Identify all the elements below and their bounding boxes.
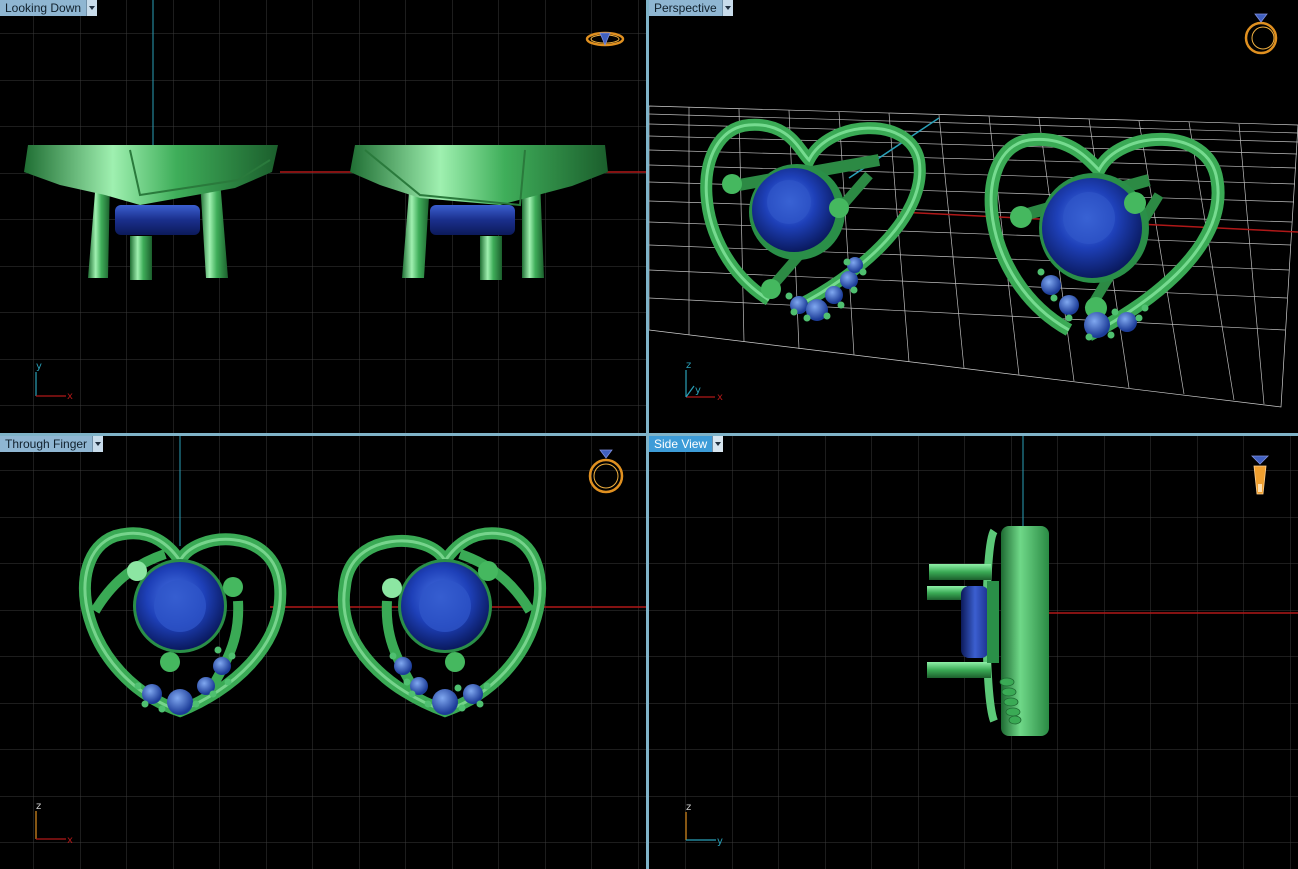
- viewport-label-through-finger: Through Finger: [0, 436, 104, 452]
- viewport-menu-dropdown[interactable]: [86, 0, 98, 16]
- axis-indicator: z y x: [685, 360, 723, 403]
- ring-orientation-perspective-icon[interactable]: [1244, 13, 1278, 55]
- viewport-menu-dropdown[interactable]: [712, 436, 724, 452]
- viewport-title[interactable]: Looking Down: [0, 0, 87, 16]
- axis-y-label: y: [695, 385, 701, 396]
- viewport-title[interactable]: Perspective: [649, 0, 722, 16]
- axis-y-label: y: [717, 836, 723, 847]
- looking-down-scene[interactable]: y x: [0, 0, 646, 433]
- viewport-through-finger[interactable]: z x Through Finger: [0, 436, 646, 869]
- viewport-perspective[interactable]: z y x Perspective: [649, 0, 1298, 433]
- earring-right-perspective[interactable]: [984, 132, 1225, 341]
- viewport-side-view[interactable]: z y Side View: [649, 436, 1298, 869]
- axis-x-label: x: [67, 835, 73, 846]
- axis-z-label: z: [36, 801, 41, 812]
- side-view-scene[interactable]: z y: [649, 436, 1298, 869]
- viewport-label-perspective: Perspective: [649, 0, 733, 16]
- earring-left-perspective[interactable]: [700, 118, 926, 322]
- axis-x-label: x: [717, 392, 723, 403]
- viewport-menu-dropdown[interactable]: [721, 0, 733, 16]
- axis-x-label: x: [67, 391, 73, 402]
- viewport-title[interactable]: Through Finger: [0, 436, 93, 452]
- viewport-title[interactable]: Side View: [649, 436, 713, 452]
- viewport-menu-dropdown[interactable]: [92, 436, 104, 452]
- viewport-looking-down[interactable]: y x Looking Down: [0, 0, 646, 433]
- axis-z-label: z: [686, 360, 691, 371]
- viewport-label-side-view: Side View: [649, 436, 724, 452]
- axis-y-label: y: [36, 361, 42, 372]
- axis-z-label: z: [686, 802, 691, 813]
- perspective-scene[interactable]: z y x: [649, 0, 1298, 433]
- viewport-label-looking-down: Looking Down: [0, 0, 98, 16]
- through-finger-scene[interactable]: z x: [0, 436, 646, 869]
